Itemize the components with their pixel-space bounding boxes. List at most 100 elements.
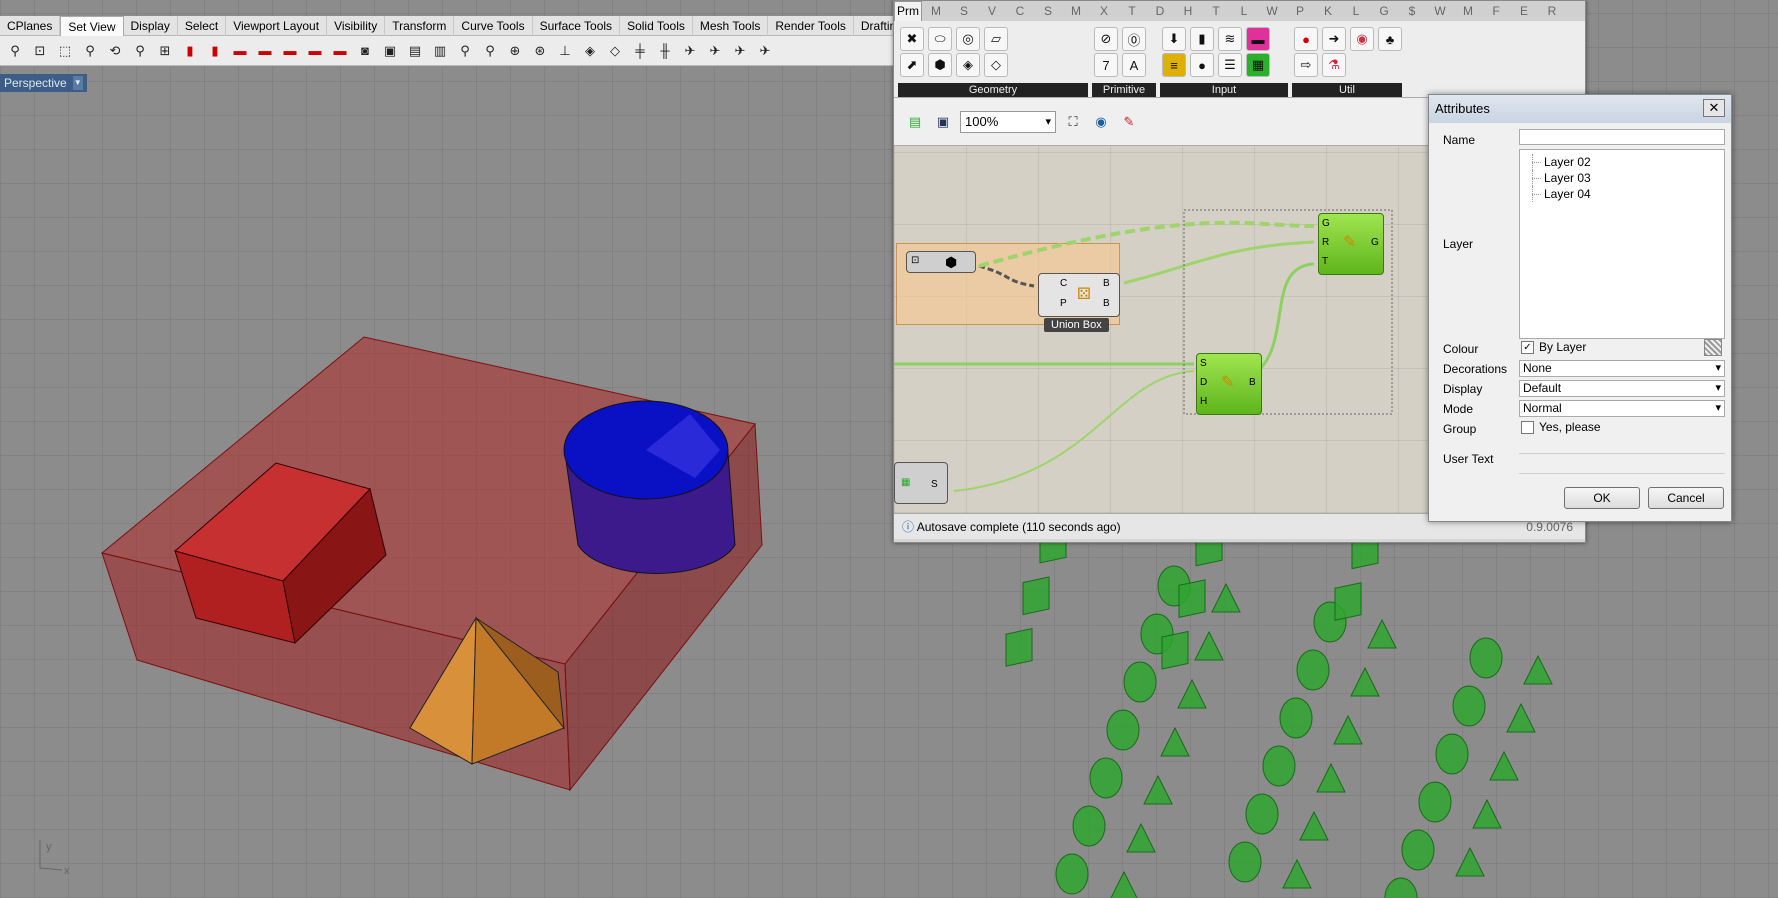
- gh-tab[interactable]: S: [950, 4, 978, 18]
- colour-checkbox[interactable]: ✓: [1521, 341, 1534, 354]
- decorations-select[interactable]: None: [1519, 360, 1725, 377]
- rhino-tab-surface-tools[interactable]: Surface Tools: [533, 15, 621, 36]
- zoom-icon[interactable]: ⚲: [479, 40, 501, 62]
- swatch-icon[interactable]: ▦: [1246, 53, 1270, 77]
- car-icon[interactable]: ▬: [304, 40, 326, 62]
- elevation-icon[interactable]: ╫: [654, 40, 676, 62]
- rhino-tab-transform[interactable]: Transform: [385, 15, 455, 36]
- gh-tab[interactable]: Prm: [894, 1, 922, 21]
- list-icon[interactable]: ☰: [1218, 53, 1242, 77]
- fix-icon[interactable]: ◉: [1350, 27, 1374, 51]
- rhino-tab-mesh-tools[interactable]: Mesh Tools: [693, 15, 769, 36]
- attribute-node[interactable]: S D H B ✎: [1196, 353, 1262, 415]
- named-view-icon[interactable]: ▤: [404, 40, 426, 62]
- gh-tab[interactable]: K: [1314, 4, 1342, 18]
- group-checkbox[interactable]: [1521, 421, 1534, 434]
- target-icon[interactable]: ⊕: [504, 40, 526, 62]
- user-text-value-field[interactable]: [1519, 459, 1725, 474]
- plane-icon[interactable]: ◈: [579, 40, 601, 62]
- output-pin-b[interactable]: B: [1103, 298, 1110, 309]
- line-param-icon[interactable]: ⬈: [900, 53, 924, 77]
- gh-tab[interactable]: D: [1146, 4, 1174, 18]
- close-icon[interactable]: ✕: [1703, 99, 1725, 117]
- curve-param-icon[interactable]: ◎: [956, 27, 980, 51]
- user-text-key-field[interactable]: [1519, 439, 1725, 454]
- toggle-icon[interactable]: ●: [1190, 53, 1214, 77]
- axis-icon[interactable]: ⊥: [554, 40, 576, 62]
- view-icon[interactable]: ▮: [179, 40, 201, 62]
- view-icon[interactable]: ▮: [204, 40, 226, 62]
- layer-item[interactable]: Layer 04: [1526, 186, 1724, 202]
- sketch-icon[interactable]: ✎: [1118, 111, 1140, 133]
- rhino-tab-cplanes[interactable]: CPlanes: [0, 15, 61, 36]
- gh-tab[interactable]: P: [1286, 4, 1314, 18]
- gh-tab[interactable]: T: [1202, 4, 1230, 18]
- union-box-node[interactable]: C P B B ⚄: [1038, 273, 1120, 317]
- input-pin-p[interactable]: P: [1060, 298, 1067, 309]
- gh-tab[interactable]: W: [1258, 4, 1286, 18]
- save-icon[interactable]: ▣: [932, 111, 954, 133]
- gh-tab[interactable]: X: [1090, 4, 1118, 18]
- gh-tab[interactable]: $: [1398, 4, 1426, 18]
- car-icon[interactable]: ▬: [254, 40, 276, 62]
- rhino-tab-viewport-layout[interactable]: Viewport Layout: [226, 15, 328, 36]
- output-pin-b[interactable]: B: [1103, 278, 1110, 289]
- box-param-icon[interactable]: ⬢: [928, 53, 952, 77]
- input-pin-h[interactable]: H: [1200, 396, 1207, 407]
- rhino-tab-solid-tools[interactable]: Solid Tools: [620, 15, 693, 36]
- gh-tab[interactable]: E: [1510, 4, 1538, 18]
- brep-param-icon[interactable]: ◈: [956, 53, 980, 77]
- panel-icon[interactable]: ⬇: [1162, 27, 1186, 51]
- cherry-icon[interactable]: ●: [1294, 27, 1318, 51]
- gh-tab[interactable]: S: [1034, 4, 1062, 18]
- gh-tab[interactable]: M: [1454, 4, 1482, 18]
- zoom-icon[interactable]: ⚲: [4, 40, 26, 62]
- zoom-icon[interactable]: ⚲: [454, 40, 476, 62]
- flask-icon[interactable]: ⚗: [1322, 53, 1346, 77]
- zoom-out-icon[interactable]: ⚲: [129, 40, 151, 62]
- zoom-window-icon[interactable]: ⬚: [54, 40, 76, 62]
- input-pin-t[interactable]: T: [1322, 256, 1328, 267]
- source-node[interactable]: ▦ S: [894, 462, 948, 504]
- output-pin-b[interactable]: B: [1249, 377, 1256, 388]
- number-icon[interactable]: 7: [1094, 53, 1118, 77]
- surface-param-icon[interactable]: ▱: [984, 27, 1008, 51]
- gh-tab[interactable]: L: [1342, 4, 1370, 18]
- car-icon[interactable]: ▬: [229, 40, 251, 62]
- input-pin-d[interactable]: D: [1200, 377, 1207, 388]
- output-pin-g[interactable]: G: [1371, 237, 1379, 248]
- plane-view-icon[interactable]: ✈: [754, 40, 776, 62]
- output-pin-s[interactable]: S: [931, 479, 938, 490]
- arrow-outline-icon[interactable]: ⇨: [1294, 53, 1318, 77]
- plane-view-icon[interactable]: ✈: [679, 40, 701, 62]
- name-field[interactable]: [1519, 129, 1725, 145]
- cancel-button[interactable]: Cancel: [1648, 487, 1724, 509]
- rotate-view-icon[interactable]: ⟲: [104, 40, 126, 62]
- gh-tab[interactable]: T: [1118, 4, 1146, 18]
- input-pin-g[interactable]: G: [1322, 218, 1330, 229]
- text-icon[interactable]: A: [1122, 53, 1146, 77]
- gh-tab[interactable]: C: [1006, 4, 1034, 18]
- zoom-select[interactable]: 100%: [960, 110, 1056, 133]
- gh-tab[interactable]: M: [1062, 4, 1090, 18]
- bake-node[interactable]: G R T G ✎: [1318, 213, 1384, 275]
- zoom-selected-icon[interactable]: ⚲: [79, 40, 101, 62]
- rhino-tab-select[interactable]: Select: [178, 15, 227, 36]
- arrow-right-icon[interactable]: ➜: [1322, 27, 1346, 51]
- layer-tree[interactable]: Layer 02 Layer 03 Layer 04: [1519, 149, 1725, 339]
- gh-tab[interactable]: R: [1538, 4, 1566, 18]
- gradient-icon[interactable]: ▬: [1246, 27, 1270, 51]
- input-pin-r[interactable]: R: [1322, 237, 1329, 248]
- input-pin-c[interactable]: C: [1060, 278, 1067, 289]
- open-icon[interactable]: ▤: [904, 111, 926, 133]
- rhino-tab-set-view[interactable]: Set View: [60, 15, 124, 36]
- box-view-icon[interactable]: ◇: [604, 40, 626, 62]
- preview-eye-icon[interactable]: ◉: [1090, 111, 1112, 133]
- gh-tab[interactable]: V: [978, 4, 1006, 18]
- graph-icon[interactable]: ≋: [1218, 27, 1242, 51]
- gh-tab[interactable]: W: [1426, 4, 1454, 18]
- car-icon[interactable]: ▬: [279, 40, 301, 62]
- tree-icon[interactable]: ♣: [1378, 27, 1402, 51]
- mesh-param-icon[interactable]: ◇: [984, 53, 1008, 77]
- zoom-extents-icon[interactable]: ⊡: [29, 40, 51, 62]
